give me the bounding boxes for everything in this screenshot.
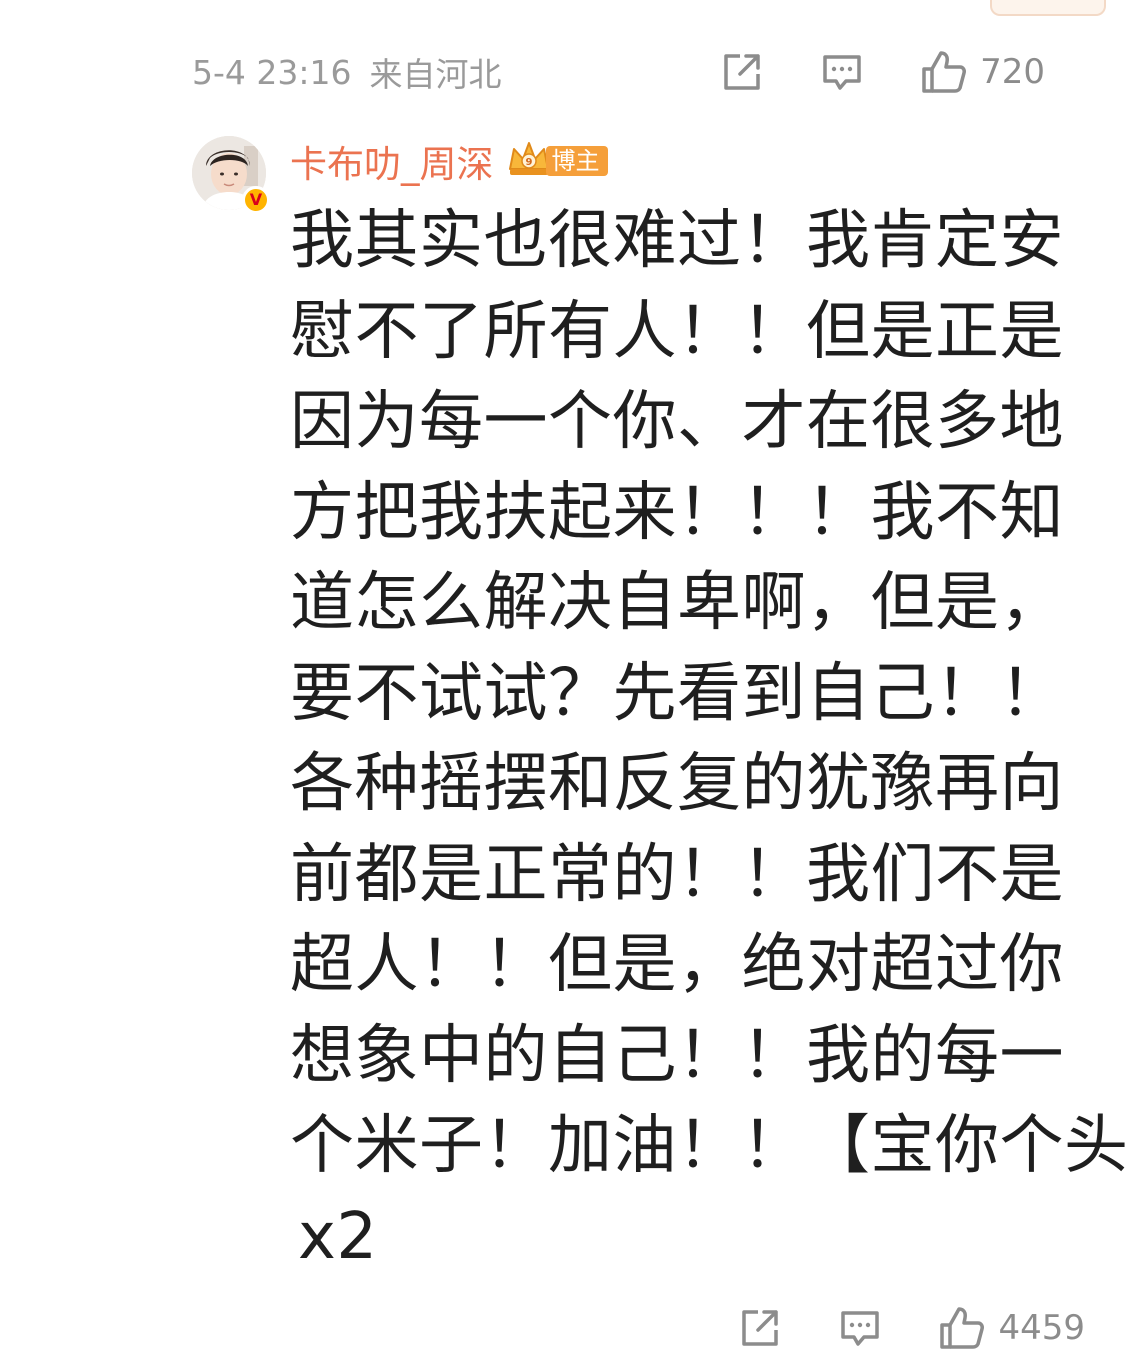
content-line: 个米子！加油！！【宝你个头 (290, 1109, 1125, 1183)
content-line: 我其实也很难过！我肯定安 (290, 204, 1064, 278)
like-count: 720 (980, 52, 1045, 92)
content-line: 慰不了所有人！！但是正是 (290, 294, 1064, 369)
author-badge: 9 博主 (506, 141, 608, 181)
content-line: 想象中的自己！！我的每一 (290, 1018, 1064, 1093)
content-line: 各种摇摆和反复的犹豫再向 (290, 747, 1064, 821)
previous-item-edge (990, 0, 1106, 16)
content-line: 道怎么解决自卑啊，但是， (290, 566, 1064, 640)
content-line: 方把我扶起来！！！我不知 (290, 475, 1064, 550)
crown-icon: 9 (506, 139, 552, 183)
comment-actions: 720 (720, 44, 1045, 100)
thumbs-up-icon (920, 49, 968, 95)
content-line: x2 (298, 1199, 378, 1274)
reply-like-button[interactable]: 4459 (938, 1305, 1085, 1351)
like-button[interactable]: 720 (920, 49, 1045, 95)
verified-badge: V (242, 186, 270, 214)
comment-button[interactable] (820, 50, 864, 94)
thumbs-up-icon (938, 1305, 986, 1351)
username-link[interactable]: 卡布叻_周深 (290, 134, 494, 188)
content-line: 前都是正常的！！我们不是 (290, 837, 1064, 912)
content-line: 要不试试？先看到自己！！ (290, 656, 1064, 731)
comment-icon (838, 1306, 882, 1350)
reply-actions: 4459 (738, 1300, 1085, 1356)
svg-text:9: 9 (525, 157, 532, 168)
reply-header: 卡布叻_周深 9 博主 (290, 136, 608, 186)
reply-content: 我其实也很难过！我肯定安 慰不了所有人！！但是正是 因为每一个你、才在很多地 方… (290, 196, 1125, 1282)
reply-like-count: 4459 (998, 1308, 1085, 1348)
reply-comment-button[interactable] (838, 1306, 882, 1350)
comment-location: 来自河北 (369, 55, 502, 94)
share-button[interactable] (720, 50, 764, 94)
content-line: 因为每一个你、才在很多地 (290, 385, 1064, 459)
comment-icon (820, 50, 864, 94)
share-icon (738, 1306, 782, 1350)
avatar[interactable]: V (192, 136, 270, 214)
blogger-badge-label: 博主 (545, 146, 608, 176)
comment-timestamp: 5-4 23:16 (192, 52, 352, 92)
comment-meta-row: 5-4 23:16 来自河北 720 (192, 44, 1085, 100)
share-icon (720, 50, 764, 94)
reply-share-button[interactable] (738, 1306, 782, 1350)
content-line: 超人！！但是，绝对超过你 (290, 928, 1064, 1002)
